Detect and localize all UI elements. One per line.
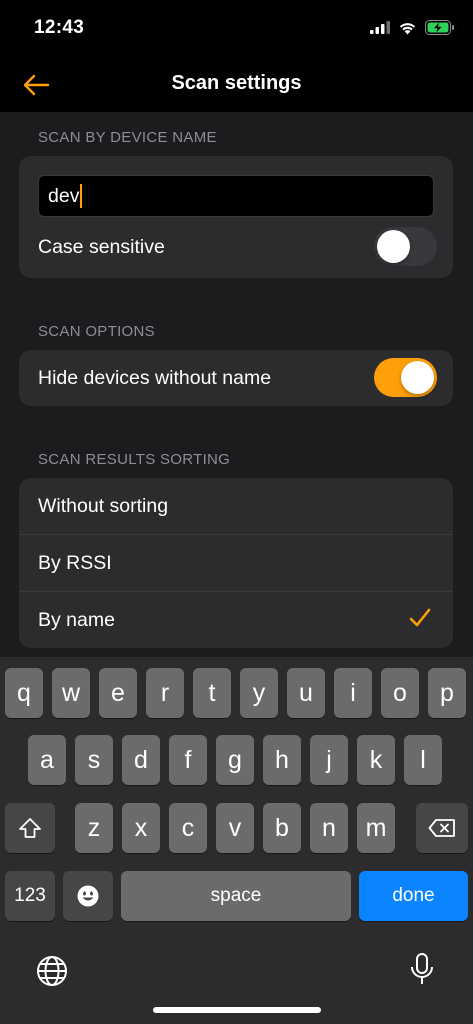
key-c[interactable]: c	[169, 803, 207, 853]
key-x[interactable]: x	[122, 803, 160, 853]
sorting-option-label: By name	[38, 608, 115, 631]
key-y[interactable]: y	[240, 668, 278, 718]
shift-icon	[19, 818, 41, 838]
backspace-icon	[428, 819, 455, 837]
case-sensitive-row: Case sensitive	[19, 219, 453, 275]
device-name-card: dev Case sensitive	[19, 156, 453, 278]
key-e[interactable]: e	[99, 668, 137, 718]
space-key[interactable]: space	[121, 871, 351, 921]
status-time: 12:43	[34, 17, 85, 38]
key-s[interactable]: s	[75, 735, 113, 785]
key-t[interactable]: t	[193, 668, 231, 718]
microphone-icon[interactable]	[409, 952, 435, 988]
key-q[interactable]: q	[5, 668, 43, 718]
key-g[interactable]: g	[216, 735, 254, 785]
sorting-option-rssi[interactable]: By RSSI	[19, 534, 453, 591]
sorting-option-name[interactable]: By name	[19, 591, 453, 648]
text-caret	[80, 184, 83, 208]
home-indicator	[153, 1007, 321, 1013]
toggle-knob	[377, 230, 410, 263]
key-d[interactable]: d	[122, 735, 160, 785]
section-header-scan-options: Scan options	[38, 323, 155, 340]
settings-content[interactable]: Scan by device name dev Case sensitive S…	[0, 112, 473, 657]
key-w[interactable]: w	[52, 668, 90, 718]
key-j[interactable]: j	[310, 735, 348, 785]
wifi-icon	[399, 22, 416, 34]
done-key[interactable]: done	[359, 871, 468, 921]
sorting-option-label: By RSSI	[38, 551, 112, 574]
backspace-key[interactable]	[416, 803, 468, 853]
checkmark-icon	[409, 608, 431, 627]
key-i[interactable]: i	[334, 668, 372, 718]
device-name-input-value: dev	[48, 184, 80, 207]
scan-options-card: Hide devices without name	[19, 350, 453, 406]
key-l[interactable]: l	[404, 735, 442, 785]
status-icons	[370, 20, 455, 35]
emoji-key[interactable]	[63, 871, 113, 921]
key-r[interactable]: r	[146, 668, 184, 718]
key-u[interactable]: u	[287, 668, 325, 718]
key-b[interactable]: b	[263, 803, 301, 853]
toggle-knob	[401, 361, 434, 394]
key-p[interactable]: p	[428, 668, 466, 718]
section-header-device-name: Scan by device name	[38, 129, 217, 146]
sorting-option-without[interactable]: Without sorting	[19, 478, 453, 534]
key-o[interactable]: o	[381, 668, 419, 718]
sorting-option-label: Without sorting	[38, 494, 169, 517]
emoji-icon	[77, 885, 99, 907]
cellular-signal-icon	[370, 21, 390, 34]
hide-unnamed-toggle[interactable]	[374, 358, 437, 397]
section-header-sorting: Scan results sorting	[38, 451, 231, 468]
hide-unnamed-label: Hide devices without name	[38, 366, 272, 389]
key-f[interactable]: f	[169, 735, 207, 785]
page-title: Scan settings	[171, 72, 302, 94]
key-h[interactable]: h	[263, 735, 301, 785]
status-bar: 12:43	[0, 0, 473, 60]
sorting-card: Without sorting By RSSI By name	[19, 478, 453, 648]
device-name-input[interactable]: dev	[38, 175, 434, 217]
key-a[interactable]: a	[28, 735, 66, 785]
key-n[interactable]: n	[310, 803, 348, 853]
shift-key[interactable]	[5, 803, 55, 853]
keyboard: q w e r t y u i o p a s d f g h j k l z …	[0, 657, 473, 1024]
key-k[interactable]: k	[357, 735, 395, 785]
navigation-bar: Scan settings	[0, 60, 473, 112]
hide-unnamed-row: Hide devices without name	[19, 350, 453, 406]
case-sensitive-label: Case sensitive	[38, 235, 165, 258]
case-sensitive-toggle[interactable]	[374, 227, 437, 266]
battery-charging-icon	[425, 20, 454, 35]
numbers-key[interactable]: 123	[5, 871, 55, 921]
key-z[interactable]: z	[75, 803, 113, 853]
key-m[interactable]: m	[357, 803, 395, 853]
key-v[interactable]: v	[216, 803, 254, 853]
globe-icon[interactable]	[36, 955, 68, 987]
